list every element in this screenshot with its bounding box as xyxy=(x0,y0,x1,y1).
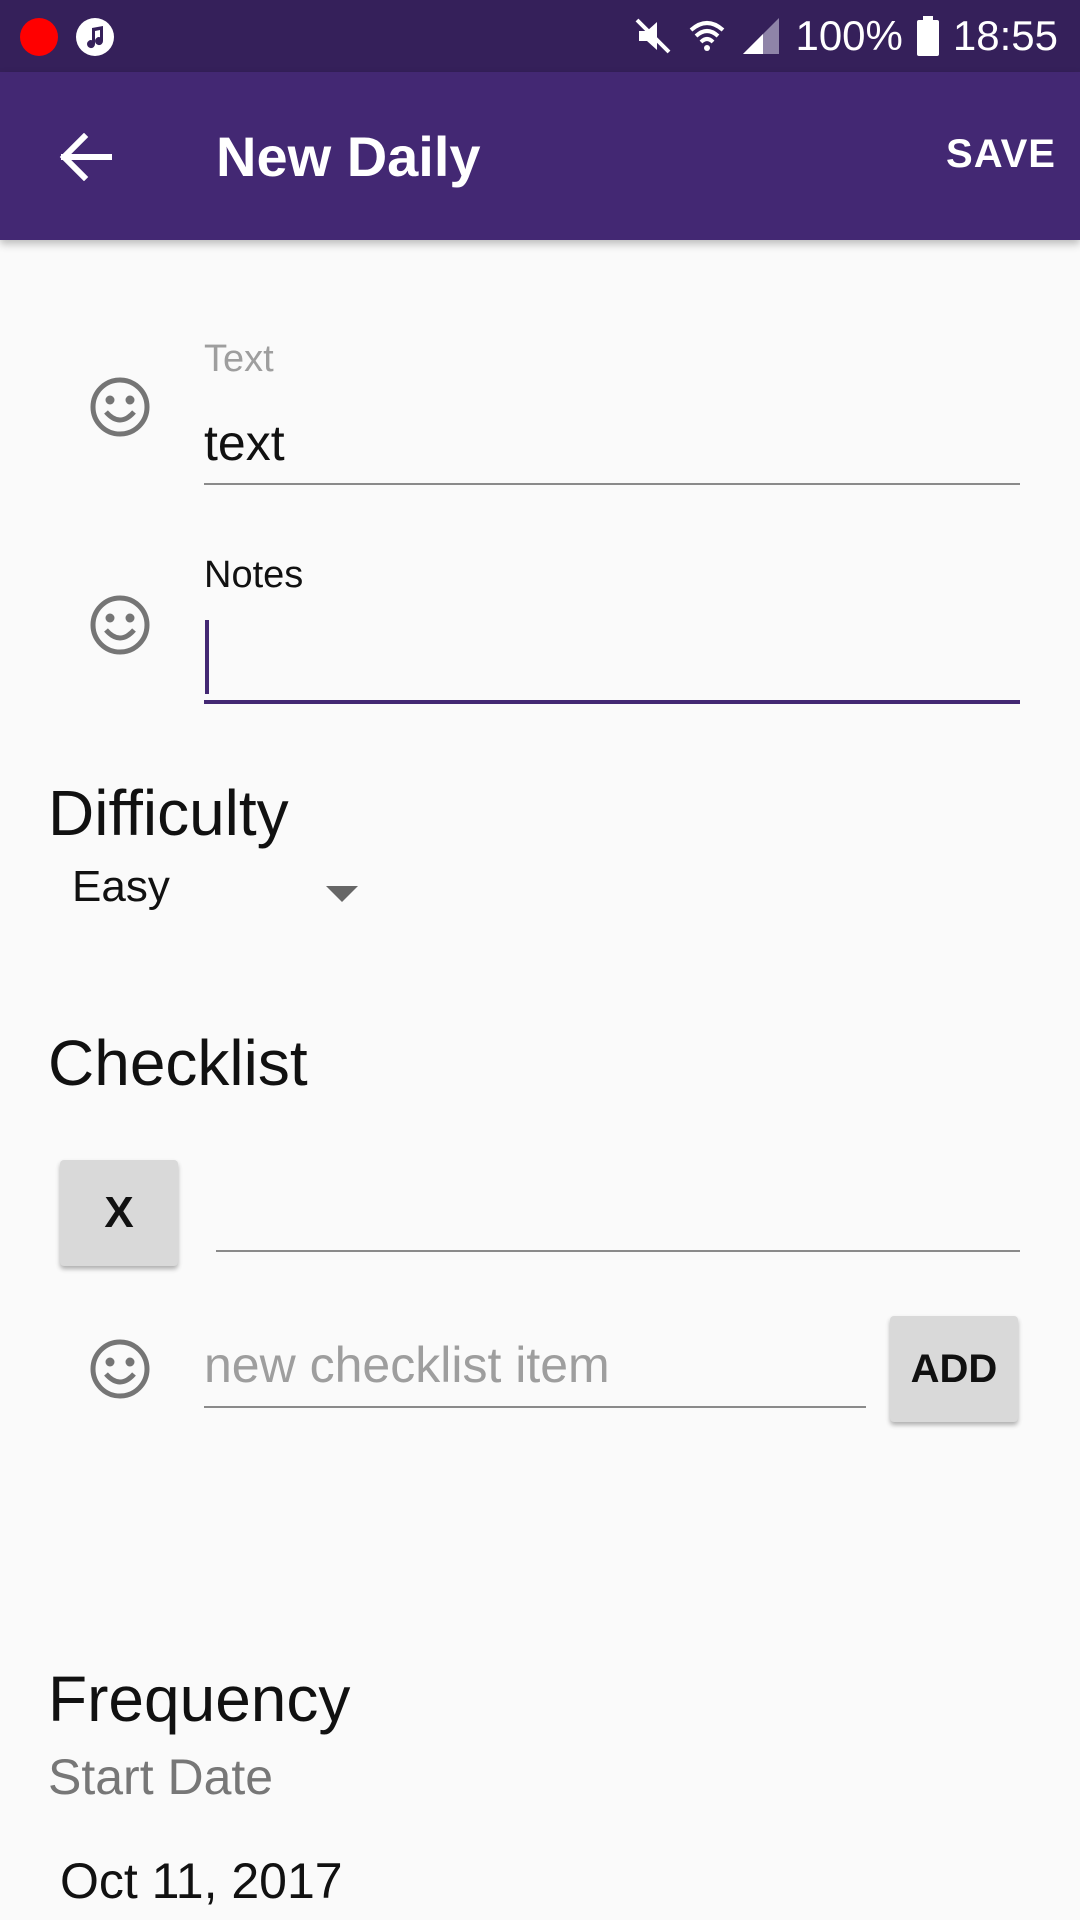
music-note-icon xyxy=(76,18,114,56)
new-checklist-item-input[interactable]: new checklist item xyxy=(204,1336,610,1394)
wifi-icon xyxy=(687,16,727,56)
difficulty-selected: Easy xyxy=(72,862,170,911)
checklist-heading: Checklist xyxy=(48,1027,308,1099)
app-bar: New Daily SAVE xyxy=(0,72,1080,240)
new-checklist-item-underline xyxy=(204,1406,866,1408)
back-button[interactable] xyxy=(40,112,130,202)
text-field-underline xyxy=(204,483,1020,485)
difficulty-heading: Difficulty xyxy=(48,777,289,849)
page-title: New Daily xyxy=(216,125,481,188)
frequency-heading: Frequency xyxy=(48,1663,351,1735)
battery-percent: 100% xyxy=(795,12,903,59)
add-checklist-item-button[interactable]: ADD xyxy=(890,1316,1018,1422)
battery-icon xyxy=(916,16,939,56)
save-button[interactable]: SAVE xyxy=(946,132,1056,177)
status-bar: 100% 18:55 xyxy=(0,0,1080,72)
text-field[interactable]: text xyxy=(204,414,285,472)
back-arrow-icon xyxy=(59,133,112,181)
text-field-label: Text xyxy=(204,338,274,380)
signal-icon xyxy=(741,16,781,56)
checklist-item-field[interactable] xyxy=(216,1250,1020,1252)
remove-checklist-item-button[interactable]: X xyxy=(60,1160,178,1266)
difficulty-dropdown[interactable]: Easy xyxy=(72,862,372,922)
emoji-icon[interactable] xyxy=(89,1338,151,1400)
dropdown-arrow-icon xyxy=(326,886,358,902)
emoji-icon[interactable] xyxy=(89,376,151,438)
notes-field-underline xyxy=(204,700,1020,704)
text-cursor xyxy=(205,620,209,694)
mute-icon xyxy=(633,16,673,56)
start-date-label: Start Date xyxy=(48,1749,274,1805)
notes-field-label: Notes xyxy=(204,554,304,596)
emoji-icon[interactable] xyxy=(89,594,151,656)
start-date-picker[interactable]: Oct 11, 2017 xyxy=(60,1852,343,1910)
status-time: 18:55 xyxy=(952,12,1058,59)
record-dot-icon xyxy=(20,18,58,56)
